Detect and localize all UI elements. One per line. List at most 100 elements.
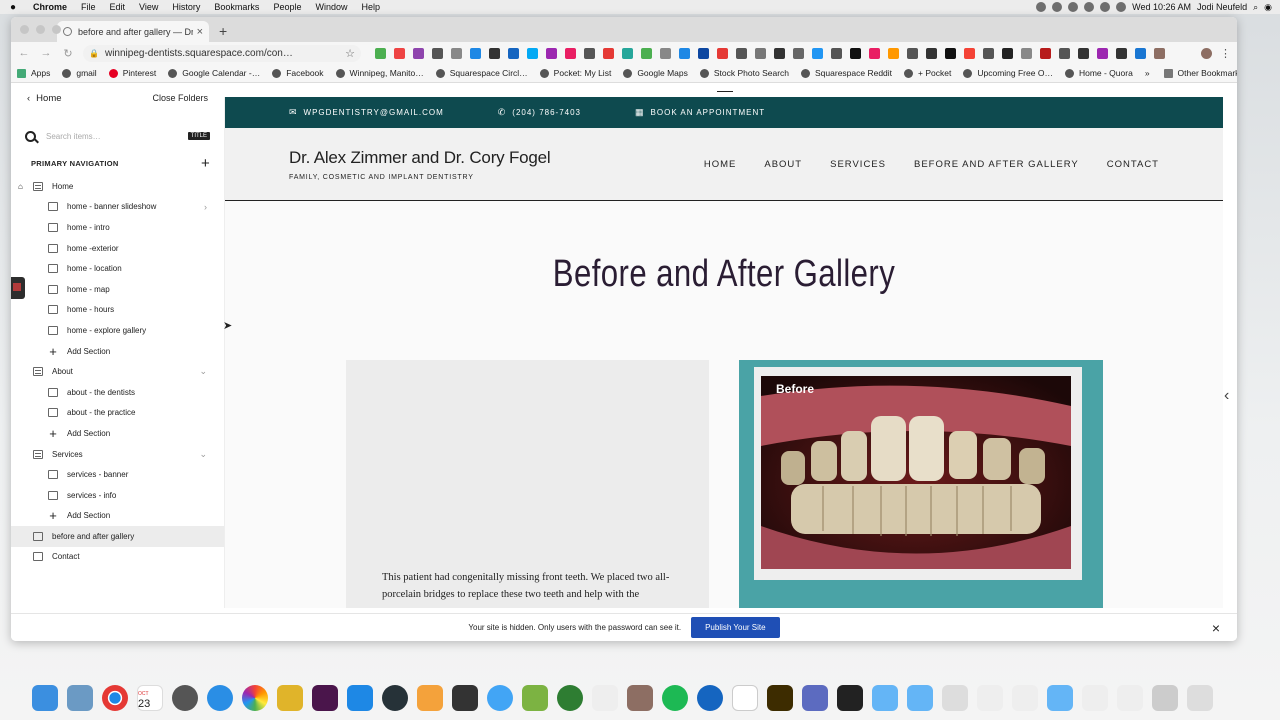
site-nav-home[interactable]: HOME — [704, 159, 737, 170]
calendar-icon[interactable]: OCT 23 — [137, 685, 163, 711]
app-icon[interactable] — [522, 685, 548, 711]
app-icon[interactable] — [277, 685, 303, 711]
extension-icon[interactable] — [736, 47, 747, 59]
extension-icon[interactable] — [755, 47, 766, 59]
trash-icon[interactable] — [1187, 685, 1213, 711]
search-input[interactable]: Search items… — [46, 132, 178, 141]
sidebar-item-before-and-after-gallery[interactable]: before and after gallery — [11, 526, 224, 547]
sidebar-item-about-the-practice[interactable]: about - the practice — [11, 403, 224, 424]
menu-app-chrome[interactable]: Chrome — [26, 2, 74, 12]
extension-icon[interactable] — [1116, 47, 1127, 59]
extension-icon[interactable] — [394, 47, 405, 59]
extension-icon[interactable] — [603, 47, 614, 59]
add-section-button[interactable]: + Add Section — [11, 341, 224, 362]
clock[interactable]: Wed 10:26 AM — [1132, 2, 1191, 12]
extension-icon[interactable] — [565, 47, 576, 59]
extension-icon[interactable] — [964, 47, 975, 59]
launchpad-icon[interactable] — [172, 685, 198, 711]
grid-icon[interactable] — [1152, 685, 1178, 711]
folder-icon[interactable] — [872, 685, 898, 711]
site-brand[interactable]: Dr. Alex Zimmer and Dr. Cory Fogel FAMIL… — [289, 148, 551, 181]
menu-file[interactable]: File — [74, 2, 103, 12]
chevron-right-icon[interactable]: › — [204, 202, 207, 212]
extension-icon[interactable] — [679, 47, 690, 59]
bookmark-google-maps[interactable]: Google Maps — [623, 68, 688, 78]
extension-icon[interactable] — [1154, 47, 1165, 59]
sidebar-item-home-exterior[interactable]: home -exterior — [11, 238, 224, 259]
bookmark-gmail[interactable]: gmail — [62, 68, 97, 78]
forward-arrow-icon[interactable]: → — [39, 47, 53, 59]
site-nav-about[interactable]: ABOUT — [764, 159, 802, 170]
folder-icon[interactable] — [907, 685, 933, 711]
other-bookmarks[interactable]: Other Bookmarks — [1163, 68, 1237, 78]
sidebar-search[interactable]: Search items… TITLE — [11, 125, 224, 147]
extension-icon[interactable] — [812, 47, 823, 59]
pages-icon[interactable] — [417, 685, 443, 711]
site-nav-contact[interactable]: CONTACT — [1107, 159, 1159, 170]
chevron-left-icon[interactable]: ‹ — [1224, 387, 1229, 405]
help-icon[interactable] — [942, 685, 968, 711]
more-bookmarks-button[interactable]: » — [1145, 68, 1150, 78]
profile-avatar[interactable] — [1201, 47, 1212, 59]
bookmark-upcoming[interactable]: Upcoming Free O… — [963, 68, 1053, 78]
user-name[interactable]: Jodi Neufeld — [1197, 2, 1247, 12]
menu-bookmarks[interactable]: Bookmarks — [207, 2, 266, 12]
extension-icon[interactable] — [470, 47, 481, 59]
menu-edit[interactable]: Edit — [103, 2, 133, 12]
extension-icon[interactable] — [945, 47, 956, 59]
slack-icon[interactable] — [312, 685, 338, 711]
extension-icon[interactable] — [451, 47, 462, 59]
new-tab-button[interactable]: + — [219, 23, 227, 39]
bookmark-stock-photo[interactable]: Stock Photo Search — [699, 68, 789, 78]
extension-icon[interactable] — [432, 47, 443, 59]
menu-help[interactable]: Help — [354, 2, 387, 12]
app-icon[interactable] — [627, 685, 653, 711]
extension-icon[interactable] — [869, 47, 880, 59]
extension-icon[interactable] — [660, 47, 671, 59]
title-sort-badge[interactable]: TITLE — [187, 132, 210, 140]
bookmark-plus-pocket[interactable]: + Pocket — [904, 68, 951, 78]
extension-icon[interactable] — [375, 47, 386, 59]
photos-icon[interactable] — [242, 685, 268, 711]
quicktime-icon[interactable] — [382, 685, 408, 711]
extension-icon[interactable] — [622, 47, 633, 59]
publish-site-button[interactable]: Publish Your Site — [691, 617, 780, 638]
extension-icon[interactable] — [1040, 47, 1051, 59]
file-icon[interactable] — [1012, 685, 1038, 711]
chevron-down-icon[interactable]: ⌄ — [199, 366, 207, 377]
sidebar-item-services[interactable]: Services ⌄ — [11, 444, 224, 465]
spotify-icon[interactable] — [662, 685, 688, 711]
bookmark-squarespace-circle[interactable]: Squarespace Circl… — [435, 68, 528, 78]
address-bar[interactable]: 🔒 winnipeg-dentists.squarespace.com/con…… — [83, 44, 361, 62]
folder-icon[interactable] — [1047, 685, 1073, 711]
drag-handle[interactable] — [717, 91, 733, 92]
extension-icon[interactable] — [1002, 47, 1013, 59]
extension-icon[interactable] — [1097, 47, 1108, 59]
extension-icon[interactable] — [1135, 47, 1146, 59]
sidebar-item-home[interactable]: ⌂ Home — [11, 176, 224, 197]
status-icon[interactable] — [1084, 2, 1095, 12]
apple-menu-icon[interactable]: ● — [0, 2, 26, 13]
reload-icon[interactable]: ↻ — [61, 47, 75, 60]
recording-indicator[interactable] — [11, 277, 25, 299]
app-store-icon[interactable] — [347, 685, 373, 711]
back-home-link[interactable]: ‹ Home — [27, 93, 62, 104]
bookmark-facebook[interactable]: Facebook — [272, 68, 324, 78]
back-arrow-icon[interactable]: ← — [17, 47, 31, 59]
bookmark-apps[interactable]: Apps — [17, 68, 50, 78]
bookmark-google-calendar[interactable]: Google Calendar -… — [168, 68, 260, 78]
extension-icon[interactable] — [641, 47, 652, 59]
extension-icon[interactable] — [774, 47, 785, 59]
status-icon[interactable] — [1100, 2, 1111, 12]
sidebar-item-home-location[interactable]: home - location — [11, 258, 224, 279]
bookmark-winnipeg[interactable]: Winnipeg, Manito… — [335, 68, 424, 78]
extension-icon[interactable] — [413, 47, 424, 59]
extension-icon[interactable] — [888, 47, 899, 59]
extension-icon[interactable] — [698, 47, 709, 59]
extension-icon[interactable] — [489, 47, 500, 59]
bridge-icon[interactable] — [767, 685, 793, 711]
gallery-image-card[interactable]: Before — [739, 360, 1103, 608]
sidebar-item-contact[interactable]: Contact — [11, 547, 224, 568]
textedit-icon[interactable] — [592, 685, 618, 711]
file-icon[interactable] — [977, 685, 1003, 711]
